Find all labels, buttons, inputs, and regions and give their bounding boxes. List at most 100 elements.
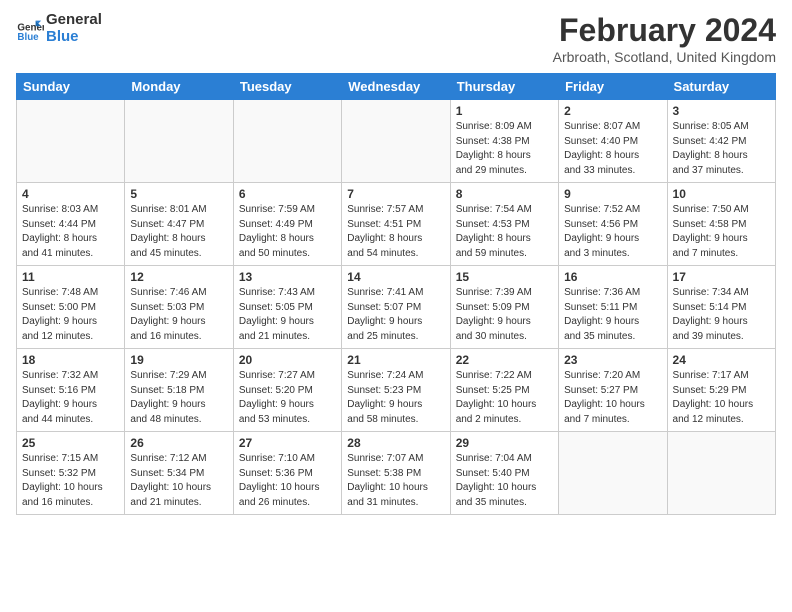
calendar-cell: [559, 432, 667, 515]
day-number: 28: [347, 436, 444, 450]
day-info: Sunrise: 7:04 AM Sunset: 5:40 PM Dayligh…: [456, 452, 553, 510]
calendar-week-2: 11Sunrise: 7:48 AM Sunset: 5:00 PM Dayli…: [17, 266, 776, 349]
day-info: Sunrise: 7:24 AM Sunset: 5:23 PM Dayligh…: [347, 369, 444, 427]
day-number: 23: [564, 353, 661, 367]
month-title: February 2024: [553, 12, 776, 49]
day-info: Sunrise: 7:07 AM Sunset: 5:38 PM Dayligh…: [347, 452, 444, 510]
day-number: 29: [456, 436, 553, 450]
header-sunday: Sunday: [17, 74, 125, 100]
calendar-cell: 15 Sunrise: 7:39 AM Sunset: 5:09 PM Dayli…: [450, 266, 558, 349]
logo-icon: General Blue: [16, 15, 44, 43]
calendar-cell: 1 Sunrise: 8:09 AM Sunset: 4:38 PM Daylig…: [450, 100, 558, 183]
day-number: 2: [564, 104, 661, 118]
calendar-week-1: 4Sunrise: 8:03 AM Sunset: 4:44 PM Daylig…: [17, 183, 776, 266]
header-friday: Friday: [559, 74, 667, 100]
calendar-cell: 21 Sunrise: 7:24 AM Sunset: 5:23 PM Dayli…: [342, 349, 450, 432]
calendar-cell: 13 Sunrise: 7:43 AM Sunset: 5:05 PM Dayli…: [233, 266, 341, 349]
day-info: Sunrise: 7:46 AM Sunset: 5:03 PM Dayligh…: [130, 286, 227, 344]
calendar-cell: 14 Sunrise: 7:41 AM Sunset: 5:07 PM Dayli…: [342, 266, 450, 349]
header: General Blue General Blue February 2024 …: [16, 12, 776, 65]
calendar-cell: 26 Sunrise: 7:12 AM Sunset: 5:34 PM Dayli…: [125, 432, 233, 515]
day-info: Sunrise: 7:20 AM Sunset: 5:27 PM Dayligh…: [564, 369, 661, 427]
day-number: 12: [130, 270, 227, 284]
calendar-week-4: 25 Sunrise: 7:15 AM Sunset: 5:32 PM Dayli…: [17, 432, 776, 515]
calendar-week-3: 18 Sunrise: 7:32 AM Sunset: 5:16 PM Dayli…: [17, 349, 776, 432]
day-info: Sunrise: 7:12 AM Sunset: 5:34 PM Dayligh…: [130, 452, 227, 510]
day-info: Sunrise: 7:39 AM Sunset: 5:09 PM Dayligh…: [456, 286, 553, 344]
day-number: 3: [673, 104, 770, 118]
day-number: 4: [22, 187, 119, 201]
calendar-cell: 22Sunrise: 7:22 AM Sunset: 5:25 PM Dayli…: [450, 349, 558, 432]
calendar-cell: 25 Sunrise: 7:15 AM Sunset: 5:32 PM Dayli…: [17, 432, 125, 515]
calendar-header-row: Sunday Monday Tuesday Wednesday Thursday…: [17, 74, 776, 100]
day-number: 21: [347, 353, 444, 367]
day-info: Sunrise: 8:07 AM Sunset: 4:40 PM Dayligh…: [564, 120, 661, 178]
day-info: Sunrise: 8:05 AM Sunset: 4:42 PM Dayligh…: [673, 120, 770, 178]
calendar-cell: 19 Sunrise: 7:29 AM Sunset: 5:18 PM Dayli…: [125, 349, 233, 432]
calendar: Sunday Monday Tuesday Wednesday Thursday…: [16, 73, 776, 515]
day-number: 27: [239, 436, 336, 450]
calendar-cell: 17 Sunrise: 7:34 AM Sunset: 5:14 PM Dayli…: [667, 266, 775, 349]
location: Arbroath, Scotland, United Kingdom: [553, 49, 776, 65]
day-info: Sunrise: 7:27 AM Sunset: 5:20 PM Dayligh…: [239, 369, 336, 427]
day-info: Sunrise: 8:01 AM Sunset: 4:47 PM Dayligh…: [130, 203, 227, 261]
calendar-cell: 3 Sunrise: 8:05 AM Sunset: 4:42 PM Daylig…: [667, 100, 775, 183]
calendar-cell: 11Sunrise: 7:48 AM Sunset: 5:00 PM Dayli…: [17, 266, 125, 349]
day-info: Sunrise: 7:59 AM Sunset: 4:49 PM Dayligh…: [239, 203, 336, 261]
calendar-cell: [125, 100, 233, 183]
day-info: Sunrise: 7:15 AM Sunset: 5:32 PM Dayligh…: [22, 452, 119, 510]
calendar-cell: 18 Sunrise: 7:32 AM Sunset: 5:16 PM Dayli…: [17, 349, 125, 432]
calendar-cell: [342, 100, 450, 183]
day-number: 7: [347, 187, 444, 201]
calendar-cell: [17, 100, 125, 183]
header-tuesday: Tuesday: [233, 74, 341, 100]
day-number: 14: [347, 270, 444, 284]
calendar-body: 1 Sunrise: 8:09 AM Sunset: 4:38 PM Daylig…: [17, 100, 776, 515]
calendar-cell: [233, 100, 341, 183]
day-number: 6: [239, 187, 336, 201]
calendar-cell: 6 Sunrise: 7:59 AM Sunset: 4:49 PM Daylig…: [233, 183, 341, 266]
calendar-cell: 2 Sunrise: 8:07 AM Sunset: 4:40 PM Daylig…: [559, 100, 667, 183]
calendar-cell: 12 Sunrise: 7:46 AM Sunset: 5:03 PM Dayli…: [125, 266, 233, 349]
day-info: Sunrise: 7:10 AM Sunset: 5:36 PM Dayligh…: [239, 452, 336, 510]
calendar-cell: 20 Sunrise: 7:27 AM Sunset: 5:20 PM Dayli…: [233, 349, 341, 432]
day-info: Sunrise: 7:57 AM Sunset: 4:51 PM Dayligh…: [347, 203, 444, 261]
day-number: 24: [673, 353, 770, 367]
header-saturday: Saturday: [667, 74, 775, 100]
day-number: 19: [130, 353, 227, 367]
logo-line1: General: [46, 12, 102, 29]
logo-line2: Blue: [46, 29, 102, 46]
day-number: 25: [22, 436, 119, 450]
day-info: Sunrise: 7:43 AM Sunset: 5:05 PM Dayligh…: [239, 286, 336, 344]
day-number: 15: [456, 270, 553, 284]
day-info: Sunrise: 7:17 AM Sunset: 5:29 PM Dayligh…: [673, 369, 770, 427]
calendar-cell: 5 Sunrise: 8:01 AM Sunset: 4:47 PM Daylig…: [125, 183, 233, 266]
day-number: 17: [673, 270, 770, 284]
day-number: 13: [239, 270, 336, 284]
calendar-cell: 7 Sunrise: 7:57 AM Sunset: 4:51 PM Daylig…: [342, 183, 450, 266]
day-number: 1: [456, 104, 553, 118]
calendar-cell: 27 Sunrise: 7:10 AM Sunset: 5:36 PM Dayli…: [233, 432, 341, 515]
day-number: 20: [239, 353, 336, 367]
day-info: Sunrise: 7:29 AM Sunset: 5:18 PM Dayligh…: [130, 369, 227, 427]
day-number: 18: [22, 353, 119, 367]
day-info: Sunrise: 7:34 AM Sunset: 5:14 PM Dayligh…: [673, 286, 770, 344]
calendar-cell: 9Sunrise: 7:52 AM Sunset: 4:56 PM Daylig…: [559, 183, 667, 266]
calendar-cell: [667, 432, 775, 515]
title-block: February 2024 Arbroath, Scotland, United…: [553, 12, 776, 65]
calendar-cell: 29 Sunrise: 7:04 AM Sunset: 5:40 PM Dayli…: [450, 432, 558, 515]
logo: General Blue General Blue: [16, 12, 102, 45]
day-info: Sunrise: 7:32 AM Sunset: 5:16 PM Dayligh…: [22, 369, 119, 427]
day-number: 26: [130, 436, 227, 450]
day-number: 5: [130, 187, 227, 201]
day-info: Sunrise: 7:41 AM Sunset: 5:07 PM Dayligh…: [347, 286, 444, 344]
calendar-cell: 16Sunrise: 7:36 AM Sunset: 5:11 PM Dayli…: [559, 266, 667, 349]
day-info: Sunrise: 8:09 AM Sunset: 4:38 PM Dayligh…: [456, 120, 553, 178]
day-info: Sunrise: 7:50 AM Sunset: 4:58 PM Dayligh…: [673, 203, 770, 261]
calendar-cell: 8Sunrise: 7:54 AM Sunset: 4:53 PM Daylig…: [450, 183, 558, 266]
day-number: 10: [673, 187, 770, 201]
calendar-cell: 28 Sunrise: 7:07 AM Sunset: 5:38 PM Dayli…: [342, 432, 450, 515]
calendar-cell: 4Sunrise: 8:03 AM Sunset: 4:44 PM Daylig…: [17, 183, 125, 266]
header-monday: Monday: [125, 74, 233, 100]
day-number: 11: [22, 270, 119, 284]
